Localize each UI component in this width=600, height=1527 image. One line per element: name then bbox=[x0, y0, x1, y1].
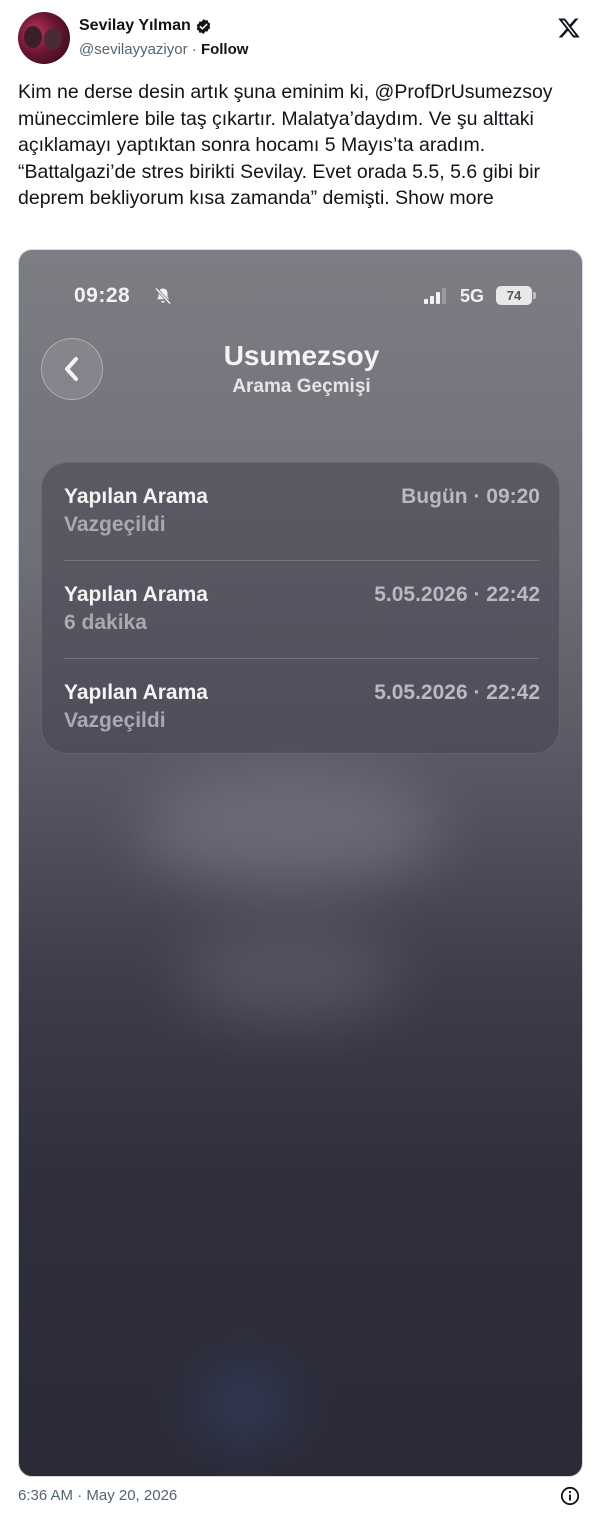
handle-row: @sevilayyaziyor · Follow bbox=[79, 41, 248, 58]
battery-indicator: 74 bbox=[496, 286, 532, 305]
call-date: Bugün · 09:20 bbox=[401, 485, 540, 508]
call-history-row[interactable]: Yapılan Arama Vazgeçildi Bugün · 09:20 bbox=[64, 463, 540, 561]
battery-tip bbox=[533, 292, 536, 299]
call-history-list: Yapılan Arama Vazgeçildi Bugün · 09:20 Y… bbox=[41, 462, 560, 754]
avatar[interactable] bbox=[18, 12, 70, 64]
author-name-row: Sevilay Yılman bbox=[79, 17, 212, 35]
tweet-body: Kim ne derse desin artık şuna eminim ki,… bbox=[18, 79, 584, 212]
call-history-row[interactable]: Yapılan Arama Vazgeçildi 5.05.2026 · 22:… bbox=[64, 659, 540, 757]
call-type: Yapılan Arama bbox=[64, 485, 208, 508]
background-blur bbox=[179, 930, 399, 1020]
tweet-media-screenshot[interactable]: 09:28 5G 74 Usumezsoy Arama Geçmişi Yapı… bbox=[18, 249, 583, 1477]
show-more-link[interactable]: Show more bbox=[395, 187, 494, 209]
call-detail: Vazgeçildi bbox=[64, 513, 166, 536]
author-name[interactable]: Sevilay Yılman bbox=[79, 17, 191, 35]
x-logo-icon[interactable] bbox=[557, 16, 581, 40]
status-bar-time: 09:28 bbox=[74, 284, 131, 307]
call-date: 5.05.2026 · 22:42 bbox=[374, 681, 540, 704]
call-date: 5.05.2026 · 22:42 bbox=[374, 583, 540, 606]
verified-badge-icon bbox=[196, 18, 211, 34]
follow-button[interactable]: Follow bbox=[201, 41, 249, 58]
call-detail: 6 dakika bbox=[64, 611, 147, 634]
background-blur bbox=[139, 770, 439, 890]
network-label: 5G bbox=[460, 286, 485, 306]
call-detail: Vazgeçildi bbox=[64, 709, 166, 732]
contact-name: Usumezsoy bbox=[223, 340, 380, 371]
tweet-header: Sevilay Yılman @sevilayyaziyor · Follow bbox=[18, 12, 584, 68]
call-history-subtitle: Arama Geçmişi bbox=[232, 376, 371, 397]
author-handle[interactable]: @sevilayyaziyor bbox=[79, 41, 188, 58]
background-blur bbox=[199, 1370, 289, 1440]
handle-separator: · bbox=[187, 41, 201, 58]
call-type: Yapılan Arama bbox=[64, 583, 208, 606]
tweet-timestamp[interactable]: 6:36 AM · May 20, 2026 bbox=[18, 1487, 177, 1504]
bell-slash-icon bbox=[154, 287, 172, 305]
call-type: Yapılan Arama bbox=[64, 681, 208, 704]
info-icon[interactable] bbox=[560, 1486, 580, 1506]
call-history-row[interactable]: Yapılan Arama 6 dakika 5.05.2026 · 22:42 bbox=[64, 561, 540, 659]
signal-bars-icon bbox=[424, 288, 446, 304]
